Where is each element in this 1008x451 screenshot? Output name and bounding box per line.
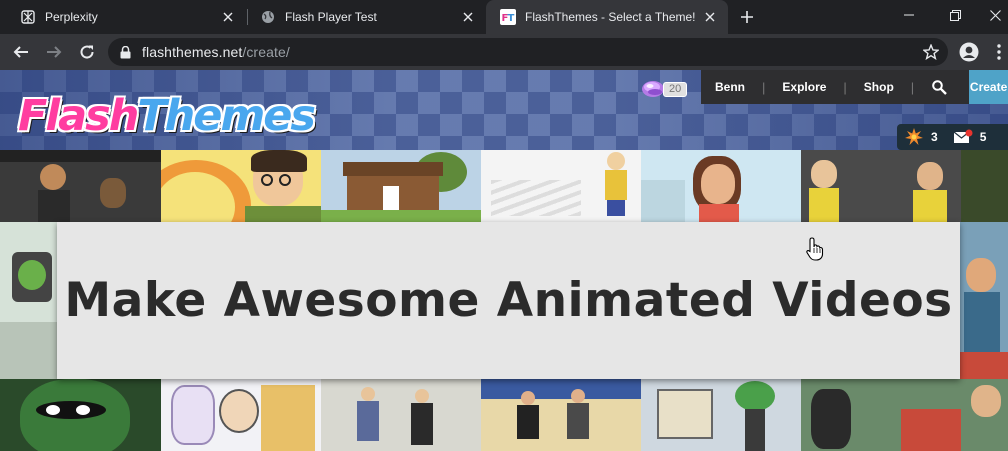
url-text: flashthemes.net/create/	[142, 44, 290, 60]
minimize-icon	[904, 14, 914, 16]
alert-burst-icon[interactable]	[903, 128, 925, 146]
browser-menu-icon[interactable]	[994, 42, 1004, 62]
message-envelope-icon[interactable]	[952, 128, 974, 146]
hero-title: Make Awesome Animated Videos	[64, 273, 953, 328]
thumbnail-tile	[321, 150, 481, 222]
search-icon[interactable]	[931, 79, 947, 95]
nav-create-button[interactable]: Create	[969, 70, 1008, 104]
flashthemes-icon: FT	[500, 9, 516, 25]
alerts-count: 3	[931, 130, 938, 144]
tab-title: Perplexity	[45, 10, 98, 24]
close-icon	[989, 9, 1001, 21]
messages-count: 5	[979, 130, 987, 144]
nav-bar: Benn | Explore | Shop |	[701, 70, 970, 104]
thumbnail-tile	[0, 379, 161, 451]
top-navigation: Benn | Explore | Shop | Create	[701, 70, 1008, 104]
close-tab-icon[interactable]	[702, 9, 718, 25]
close-window-button[interactable]	[972, 0, 1008, 30]
flashthemes-logo[interactable]: FlashThemes	[18, 90, 316, 142]
hand-pointer-cursor-icon	[806, 237, 824, 261]
back-button[interactable]	[11, 42, 31, 62]
points-counter[interactable]: 20	[641, 78, 688, 100]
plus-icon	[741, 11, 753, 23]
forward-button[interactable]	[44, 42, 64, 62]
tab-perplexity[interactable]: Perplexity	[6, 0, 246, 34]
hero-banner: Make Awesome Animated Videos	[57, 222, 960, 379]
bookmark-star-icon[interactable]	[922, 43, 940, 61]
svg-text:T: T	[508, 13, 515, 24]
thumbnail-tile	[641, 379, 801, 451]
lock-icon[interactable]	[118, 45, 132, 59]
thumbnail-tile	[960, 222, 1008, 379]
url-host: flashthemes.net	[142, 44, 243, 60]
reload-button[interactable]	[77, 42, 97, 62]
close-tab-icon[interactable]	[220, 9, 236, 25]
nav-divider: |	[910, 79, 915, 95]
globe-icon	[260, 9, 276, 25]
thumbnail-tile	[0, 150, 161, 222]
page-content: FlashThemes 20 Benn | Explore | Shop | C…	[0, 70, 1008, 451]
logo-text-themes: Themes	[137, 91, 316, 141]
thumbnail-tile	[161, 150, 321, 222]
perplexity-icon	[20, 9, 36, 25]
nav-shop-link[interactable]: Shop	[864, 80, 894, 94]
thumbnail-tile	[481, 150, 641, 222]
logo-text-flash: Flash	[18, 91, 139, 141]
thumbnail-tile	[0, 222, 57, 379]
thumbnail-tile	[641, 150, 801, 222]
thumbnail-tile	[321, 379, 481, 451]
minimize-button[interactable]	[886, 0, 932, 30]
tab-flash-player-test[interactable]: Flash Player Test	[246, 0, 486, 34]
thumbnail-tile	[801, 379, 1008, 451]
thumbnail-tile	[481, 379, 641, 451]
tab-title: FlashThemes - Select a Theme!	[525, 10, 696, 24]
nav-explore-link[interactable]: Explore	[782, 80, 826, 94]
url-path: /create/	[242, 44, 290, 60]
new-tab-button[interactable]	[737, 7, 757, 27]
browser-tab-strip: Perplexity Flash Player Test FT FlashThe…	[0, 0, 1008, 34]
reload-icon	[80, 45, 94, 59]
nav-divider: |	[843, 79, 847, 95]
arrow-right-icon	[47, 46, 62, 58]
address-bar[interactable]: flashthemes.net/create/	[108, 38, 948, 66]
arrow-left-icon	[13, 46, 28, 58]
profile-avatar-icon[interactable]	[958, 41, 980, 63]
nav-divider: |	[762, 79, 766, 95]
points-value: 20	[663, 81, 688, 97]
close-tab-icon[interactable]	[460, 9, 476, 25]
restore-icon	[949, 9, 961, 21]
browser-toolbar: flashthemes.net/create/	[0, 34, 1008, 70]
thumbnail-tile	[801, 150, 1008, 222]
tab-title: Flash Player Test	[285, 10, 377, 24]
nav-user-link[interactable]: Benn	[715, 80, 745, 94]
tab-flashthemes[interactable]: FT FlashThemes - Select a Theme!	[486, 0, 728, 34]
thumbnail-tile	[161, 379, 321, 451]
notifications-bar: 3 5	[897, 124, 1008, 150]
